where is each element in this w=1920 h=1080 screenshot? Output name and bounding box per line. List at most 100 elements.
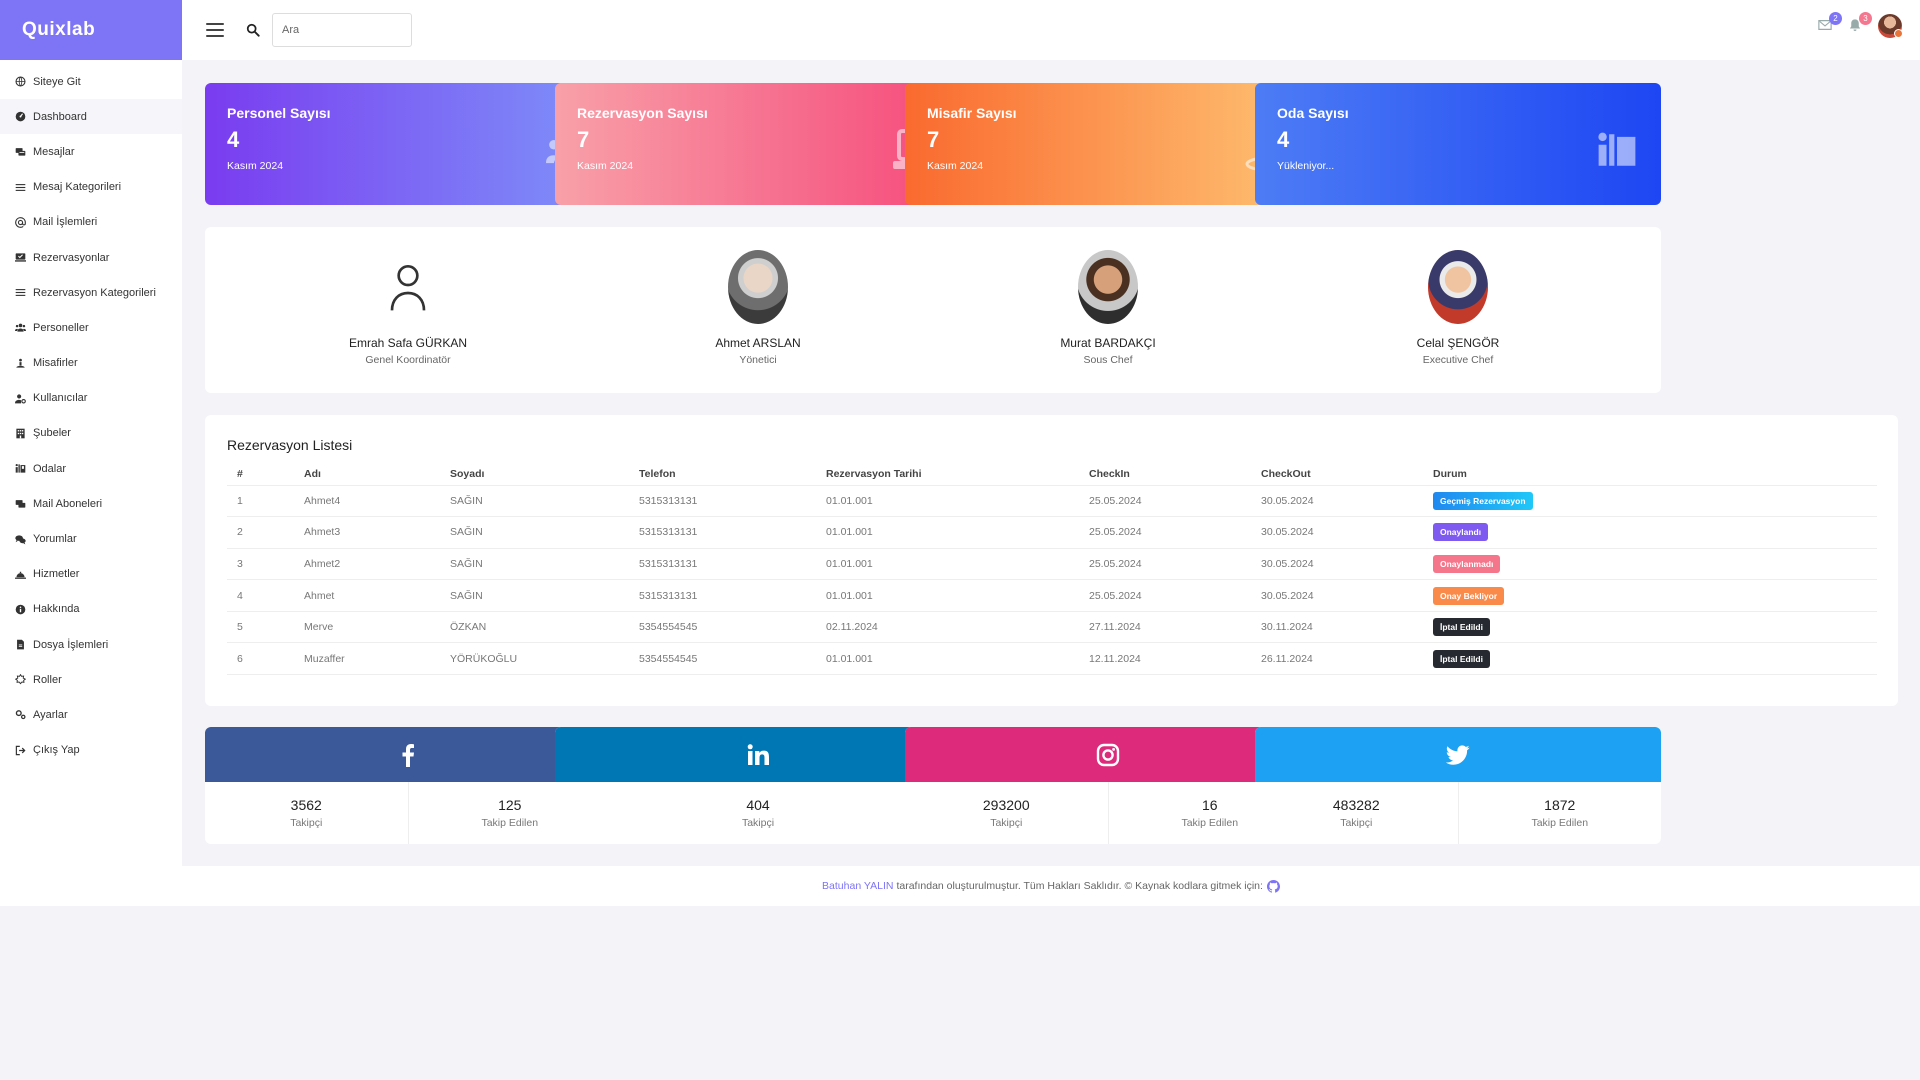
dashboard-icon xyxy=(14,111,26,123)
cell-date: 02.11.2024 xyxy=(816,611,1079,644)
search-input[interactable] xyxy=(272,13,412,47)
status-badge: İptal Edildi xyxy=(1433,649,1490,668)
stat-card: Oda Sayısı 4 Yükleniyor... xyxy=(1255,83,1661,205)
social-stats: 483282 Takipçi 1872 Takip Edilen xyxy=(1255,782,1661,844)
sidebar-item-label: Hakkında xyxy=(33,603,80,616)
column-header[interactable]: Telefon xyxy=(629,463,816,486)
user-avatar[interactable] xyxy=(1878,14,1903,38)
social-stat: 3562 Takipçi xyxy=(205,782,408,844)
info-icon xyxy=(14,603,26,615)
sidebar-item-4[interactable]: Mesaj Kategorileri xyxy=(0,170,182,205)
social-stat-label: Takipçi xyxy=(741,817,775,829)
sidebar-item-19[interactable]: Ayarlar xyxy=(0,697,182,732)
table-row[interactable]: 4 Ahmet SAĞIN 5315313131 01.01.001 25.05.2024… xyxy=(227,579,1877,612)
cell-date: 01.01.001 xyxy=(816,579,1079,612)
sidebar-item-7[interactable]: Rezervasyon Kategorileri xyxy=(0,275,182,310)
sidebar-item-11[interactable]: Şubeler xyxy=(0,416,182,451)
sidebar-item-label: Personeller xyxy=(33,321,89,334)
sidebar-item-17[interactable]: Dosya İşlemleri xyxy=(0,627,182,662)
sidebar-item-10[interactable]: Kullanıcılar xyxy=(0,381,182,416)
social-header[interactable] xyxy=(205,727,611,782)
cell-name: Merve xyxy=(294,611,440,644)
table-header-row: # Adı Soyadı Telefon Rezervasyon Tarihi Check… xyxy=(227,463,1877,486)
cell-checkin: 25.05.2024 xyxy=(1079,548,1251,581)
cell-checkin: 25.05.2024 xyxy=(1079,485,1251,518)
cell-phone: 5354554545 xyxy=(629,611,816,644)
top-header: 2 3 xyxy=(182,0,1920,60)
column-header[interactable]: Rezervasyon Tarihi xyxy=(816,463,1079,486)
cell-no: 2 xyxy=(227,516,294,549)
staff-photo xyxy=(1078,250,1138,324)
sidebar-item-15[interactable]: Hizmetler xyxy=(0,557,182,592)
social-header[interactable] xyxy=(555,727,961,782)
cell-checkout: 30.05.2024 xyxy=(1251,579,1423,612)
cell-checkin: 25.05.2024 xyxy=(1079,516,1251,549)
sidebar-item-9[interactable]: Misafirler xyxy=(0,346,182,381)
status-badge: Onaylandı xyxy=(1433,523,1489,542)
social-stat: 404 Takipçi xyxy=(555,782,961,844)
cell-checkin: 27.11.2024 xyxy=(1079,611,1251,644)
sidebar-item-6[interactable]: Rezervasyonlar xyxy=(0,240,182,275)
messages-icon xyxy=(14,146,26,158)
sidebar-item-8[interactable]: Personeller xyxy=(0,310,182,345)
logout-icon xyxy=(14,744,26,756)
table-row[interactable]: 6 Muzaffer YÖRÜKOĞLU 5354554545 01.01.001 12.… xyxy=(227,642,1877,676)
table-row[interactable]: 2 Ahmet3 SAĞIN 5315313131 01.01.001 25.05.202… xyxy=(227,516,1877,549)
social-header[interactable] xyxy=(905,727,1311,782)
subscribers-icon xyxy=(14,498,26,510)
brand-logo[interactable]: Quixlab xyxy=(0,0,182,60)
stat-subtitle: Yükleniyor... xyxy=(1277,160,1335,172)
column-header[interactable]: CheckOut xyxy=(1251,463,1423,486)
cell-surname: SAĞIN xyxy=(440,516,629,549)
cell-name: Ahmet xyxy=(294,579,440,612)
notification-button[interactable]: 3 xyxy=(1848,12,1872,34)
footer-author-link[interactable]: Batuhan YALIN xyxy=(822,880,893,892)
sidebar-item-2[interactable]: Dashboard xyxy=(0,99,182,135)
sidebar-item-label: Şubeler xyxy=(33,427,71,440)
staff-card: Celal ŞENGÖR Executive Chef xyxy=(1255,227,1661,393)
social-header[interactable] xyxy=(1255,727,1661,782)
sidebar-item-label: Roller xyxy=(33,673,62,686)
stat-subtitle: Kasım 2024 xyxy=(577,160,634,172)
stat-value: 7 xyxy=(927,127,940,152)
reservation-list-card: Rezervasyon Listesi # Adı Soyadı Telefon Rez… xyxy=(205,415,1898,706)
column-header[interactable]: CheckIn xyxy=(1079,463,1251,486)
column-header[interactable]: # xyxy=(227,463,294,486)
social-stat: 293200 Takipçi xyxy=(905,782,1108,844)
menu-toggle-button[interactable] xyxy=(206,23,224,37)
sidebar-item-12[interactable]: Odalar xyxy=(0,451,182,486)
social-stat: 1872 Takip Edilen xyxy=(1457,782,1662,844)
sidebar-item-label: Ayarlar xyxy=(33,708,68,721)
search-icon[interactable] xyxy=(246,23,260,37)
column-header[interactable]: Soyadı xyxy=(440,463,629,486)
footer-text: tarafından oluşturulmuştur. Tüm Hakları … xyxy=(896,880,1263,892)
sidebar-item-1[interactable]: Siteye Git xyxy=(0,64,182,99)
at-icon xyxy=(14,216,26,228)
stat-card: Misafir Sayısı 7 Kasım 2024 xyxy=(905,83,1311,205)
sidebar-item-label: Kullanıcılar xyxy=(33,392,88,405)
sidebar-item-13[interactable]: Mail Aboneleri xyxy=(0,486,182,521)
social-stat-label: Takip Edilen xyxy=(1531,817,1589,829)
sidebar-item-16[interactable]: Hakkında xyxy=(0,592,182,627)
sidebar-item-18[interactable]: Roller xyxy=(0,662,182,697)
cell-name: Ahmet4 xyxy=(294,485,440,518)
sidebar-item-14[interactable]: Yorumlar xyxy=(0,521,182,556)
table-row[interactable]: 5 Merve ÖZKAN 5354554545 02.11.2024 27.11.202… xyxy=(227,611,1877,644)
stat-title: Rezervasyon Sayısı xyxy=(577,105,708,121)
sidebar-item-20[interactable]: Çıkış Yap xyxy=(0,733,182,768)
cell-surname: SAĞIN xyxy=(440,548,629,581)
staff-card: Emrah Safa GÜRKAN Genel Koordinatör xyxy=(205,227,611,393)
column-header[interactable]: Durum xyxy=(1423,463,1877,486)
sidebar-item-3[interactable]: Mesajlar xyxy=(0,134,182,169)
social-stat-number: 404 xyxy=(746,797,770,813)
mail-button[interactable]: 2 xyxy=(1818,12,1842,34)
github-icon[interactable] xyxy=(1266,879,1280,893)
table-row[interactable]: 3 Ahmet2 SAĞIN 5315313131 01.01.001 25.05.202… xyxy=(227,548,1877,581)
column-header[interactable]: Adı xyxy=(294,463,440,486)
sidebar-item-5[interactable]: Mail İşlemleri xyxy=(0,205,182,240)
staff-photo xyxy=(728,250,788,324)
sidebar-item-label: Yorumlar xyxy=(33,533,77,546)
table-row[interactable]: 1 Ahmet4 SAĞIN 5315313131 01.01.001 25.05.202… xyxy=(227,485,1877,518)
cell-date: 01.01.001 xyxy=(816,516,1079,549)
cell-surname: SAĞIN xyxy=(440,485,629,518)
